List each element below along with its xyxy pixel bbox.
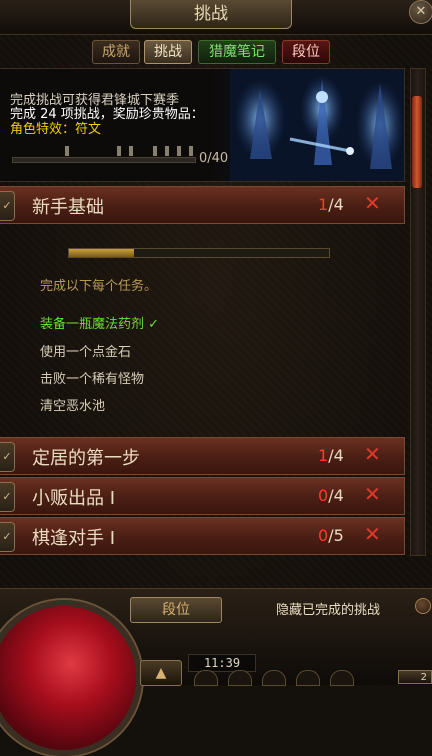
reward-milestone-markers [65,146,193,156]
task-item: 清空恶水池 [40,399,106,414]
hide-completed-toggle[interactable] [415,598,431,614]
expand-toggle-icon[interactable]: ✓ [0,191,15,221]
section-progress-fill [69,249,134,257]
section-progress: 1/4 [318,195,344,214]
section-progress-bar [68,248,330,258]
window-title: 挑战 [130,0,292,29]
season-progress-bar [12,146,196,163]
section-title: 小贩出品 I [32,488,116,509]
section-progress: 0/4 [318,486,344,505]
incomplete-x-icon: ✕ [364,482,381,506]
section-progress: 0/5 [318,526,344,545]
hide-completed-label: 隐藏已完成的挑战 [276,603,381,618]
tab-challenges[interactable]: 挑战 [144,40,192,64]
section-header-vendor[interactable]: ✓ 小贩出品 I 0/4 ✕ [0,477,405,515]
incomplete-x-icon: ✕ [364,442,381,466]
close-icon[interactable]: ✕ [409,0,432,24]
incomplete-x-icon: ✕ [364,522,381,546]
section-title: 棋逢对手 I [32,528,116,549]
scrollbar-thumb[interactable] [412,96,422,188]
section-title: 定居的第一步 [32,448,140,469]
tab-ranking[interactable]: 段位 [282,40,330,64]
section-header-novice-basics[interactable]: ✓ 新手基础 1/4 ✕ [0,186,405,224]
section-intro: 完成以下每个任务。 [40,279,158,294]
reward-effect-art [230,69,404,181]
banner-line-effect: 角色特效：符文 [10,122,102,137]
expand-toggle-icon[interactable]: ✓ [0,442,15,472]
arrow-up-icon[interactable]: ▲ [140,660,182,686]
banner-line-season: 完成挑战可获得君锋城下赛季 [10,93,180,108]
checkmark-icon: ✓ [148,317,160,332]
skill-badge[interactable]: 2 [398,670,432,684]
task-item: 装备一瓶魔法药剂 ✓ [40,317,160,332]
task-item: 击败一个稀有怪物 [40,372,145,387]
tab-bestiary-notes[interactable]: 猎魔笔记 [198,40,276,64]
tab-achievements[interactable]: 成就 [92,40,140,64]
task-item: 使用一个点金石 [40,345,132,360]
expand-toggle-icon[interactable]: ✓ [0,522,15,552]
game-clock: 11:39 [188,654,256,672]
section-title: 新手基础 [32,197,104,218]
season-progress-text: 0/40 [199,151,229,166]
expand-toggle-icon[interactable]: ✓ [0,482,15,512]
incomplete-x-icon: ✕ [364,191,381,215]
section-progress: 1/4 [318,446,344,465]
section-header-first-steps[interactable]: ✓ 定居的第一步 1/4 ✕ [0,437,405,475]
title-bar: 挑战 ✕ [0,0,432,35]
banner-line-reward: 完成 24 项挑战，奖励珍贵物品： [10,107,204,122]
ranking-button[interactable]: 段位 [130,597,222,623]
tab-bar: 成就 挑战 猎魔笔记 段位 [0,40,432,64]
section-header-rivals[interactable]: ✓ 棋逢对手 I 0/5 ✕ [0,517,405,555]
